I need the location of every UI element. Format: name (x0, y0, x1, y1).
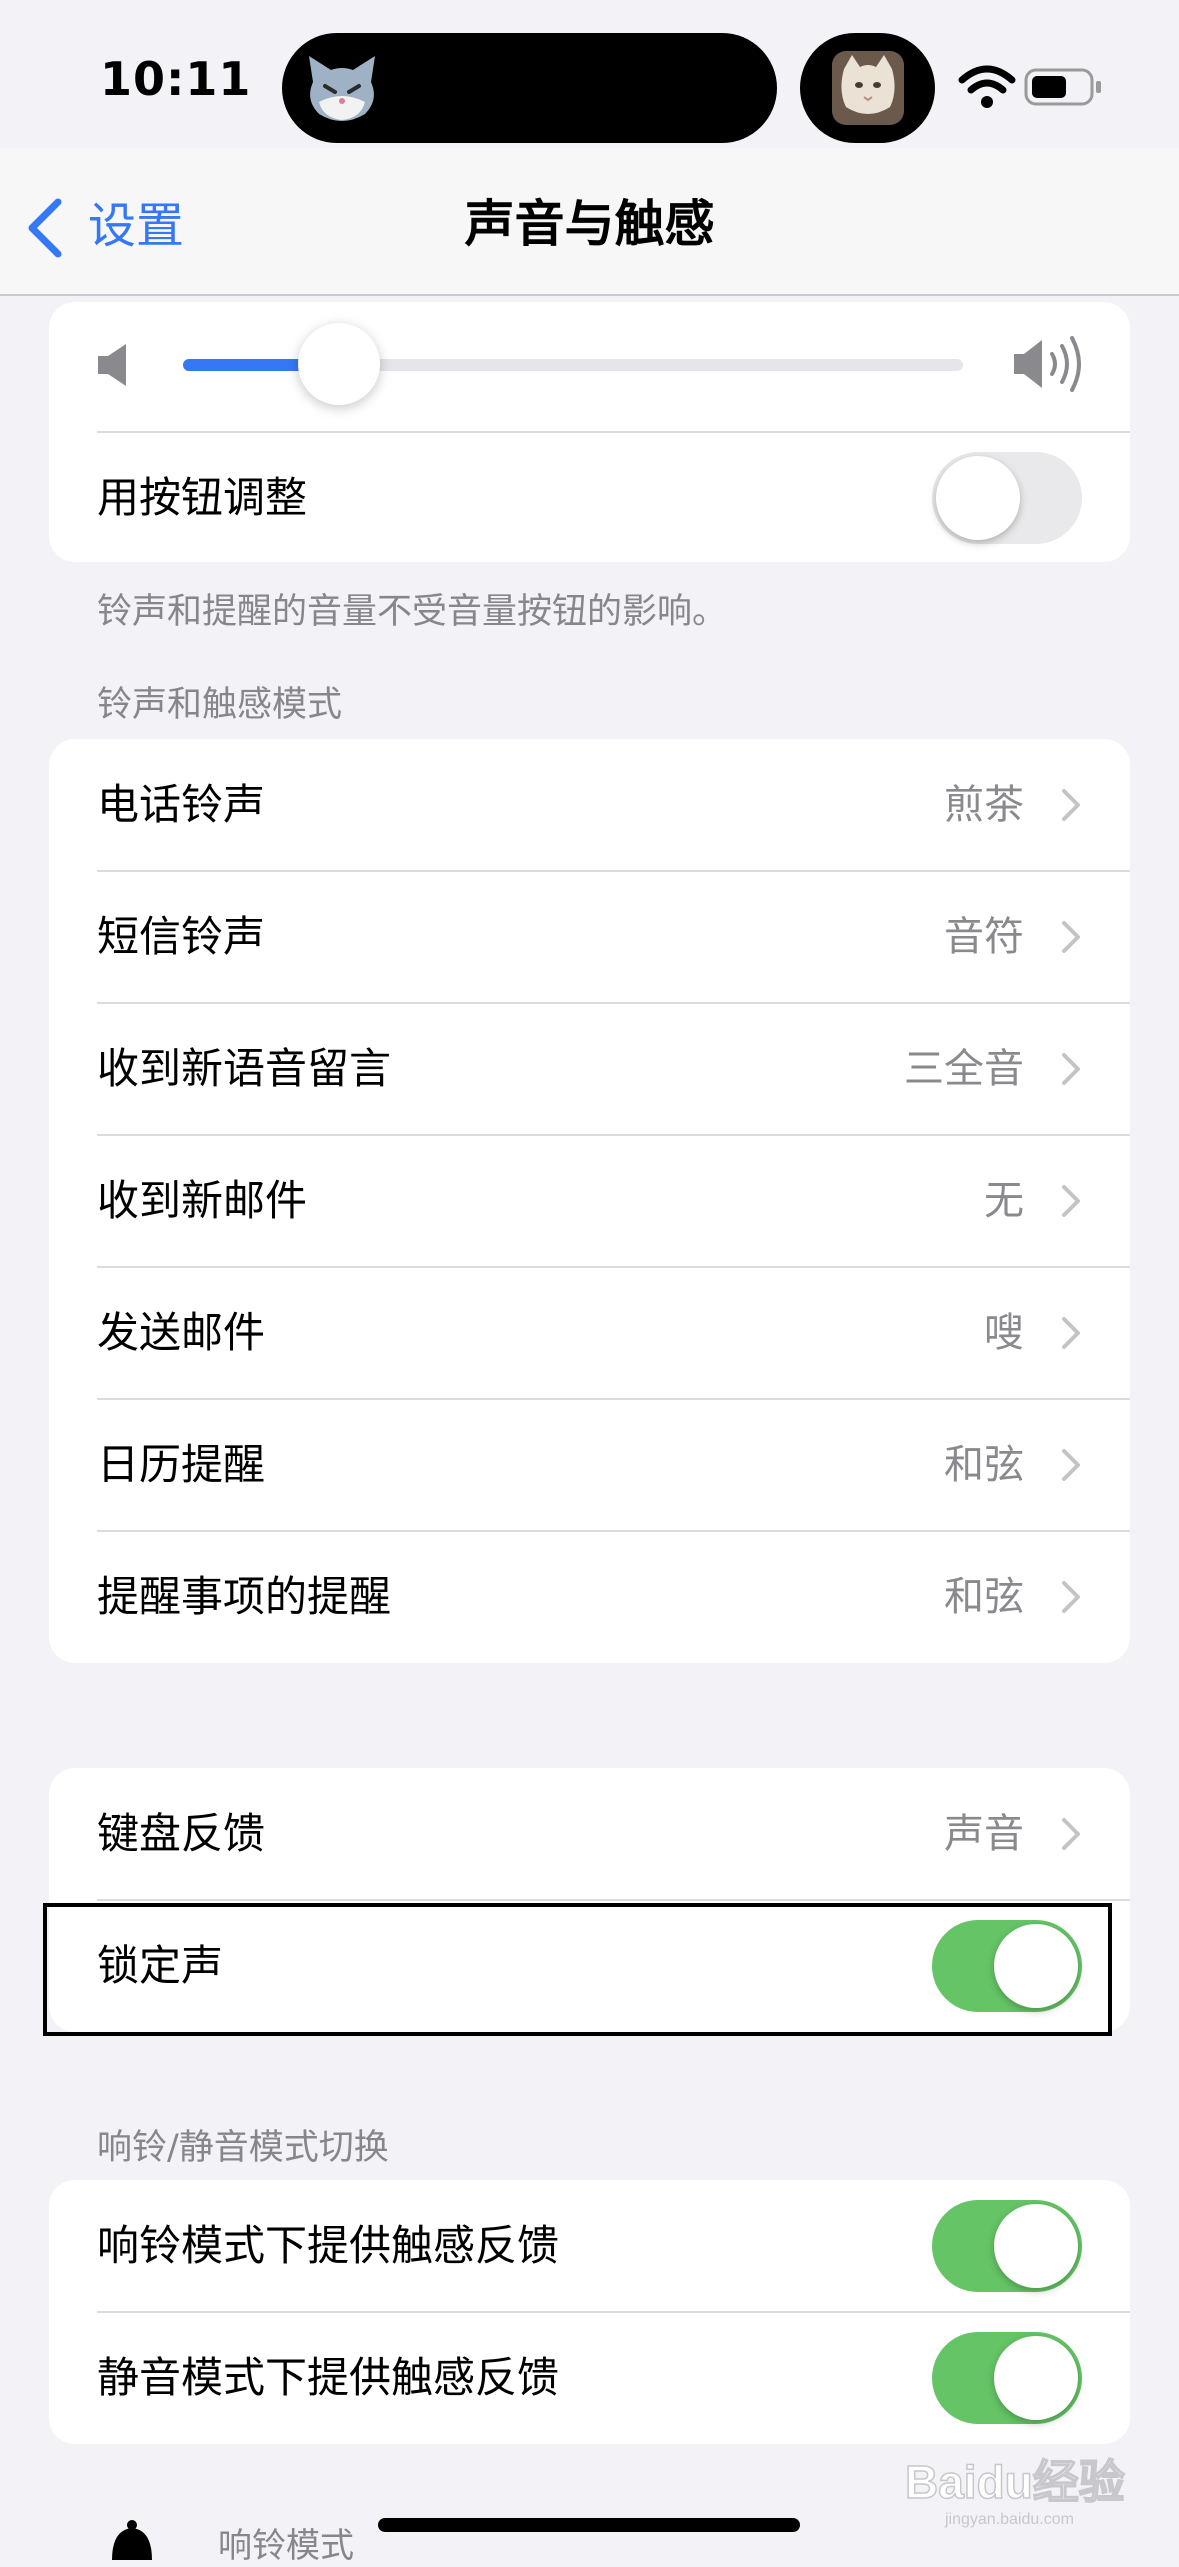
row-label: 静音模式下提供触感反馈 (97, 2353, 560, 2402)
ringtone-row-new-mail[interactable]: 收到新邮件 无 (49, 1135, 1130, 1267)
baidu-watermark: Baidu经验 jingyan.baidu.com (904, 2440, 1145, 2530)
watermark-text: Baidu经验 (905, 2456, 1125, 2508)
ringtone-row-voicemail[interactable]: 收到新语音留言 三全音 (49, 1003, 1130, 1135)
volume-slider-thumb[interactable] (298, 323, 380, 405)
row-value: 音符 (944, 914, 1024, 960)
wifi-icon (958, 64, 1016, 110)
page-title: 声音与触感 (464, 195, 715, 253)
row-value: 煎茶 (944, 782, 1024, 828)
chevron-right-icon (1062, 789, 1080, 821)
battery-icon (1024, 66, 1104, 108)
row-label: 键盘反馈 (97, 1809, 266, 1858)
silent-haptics-row: 静音模式下提供触感反馈 (49, 2312, 1130, 2444)
chevron-right-icon (1062, 1053, 1080, 1085)
row-value: 嗖 (984, 1310, 1024, 1356)
volume-card: 用按钮调整 (49, 302, 1130, 562)
silent-haptics-toggle[interactable] (932, 2332, 1082, 2424)
chevron-right-icon (1062, 1317, 1080, 1349)
haptics-section-header: 响铃/静音模式切换 (97, 2128, 389, 2168)
row-label: 响铃模式下提供触感反馈 (97, 2221, 560, 2270)
ringtone-card: 电话铃声 煎茶 短信铃声 音符 收到新语音留言 三全音 收到新邮件 无 发送邮件… (49, 739, 1130, 1663)
row-value: 和弦 (944, 1442, 1024, 1488)
ring-haptics-toggle[interactable] (932, 2200, 1082, 2292)
row-label: 短信铃声 (97, 912, 266, 961)
ring-mode-label: 响铃模式 (218, 2526, 354, 2566)
cat-photo-icon (832, 51, 904, 125)
row-label: 日历提醒 (97, 1440, 266, 1489)
chevron-right-icon (1062, 1818, 1080, 1850)
ringtone-row-sent-mail[interactable]: 发送邮件 嗖 (49, 1267, 1130, 1399)
bell-icon (100, 2520, 164, 2560)
ring-haptics-row: 响铃模式下提供触感反馈 (49, 2180, 1130, 2312)
speaker-high-icon (1012, 334, 1086, 394)
row-value: 无 (984, 1178, 1024, 1224)
row-label: 收到新邮件 (97, 1176, 308, 1225)
ringtone-row-reminders[interactable]: 提醒事项的提醒 和弦 (49, 1531, 1130, 1663)
chevron-right-icon (1062, 1449, 1080, 1481)
volume-footer-note: 铃声和提醒的音量不受音量按钮的影响。 (97, 592, 728, 632)
button-adjust-row: 用按钮调整 (49, 432, 1130, 562)
speaker-low-icon (96, 342, 132, 388)
chevron-right-icon (1062, 1185, 1080, 1217)
home-indicator[interactable] (378, 2518, 800, 2532)
row-value: 声音 (944, 1811, 1024, 1857)
row-label: 提醒事项的提醒 (97, 1572, 392, 1621)
status-time: 10:11 (100, 52, 252, 106)
watermark-subtext: jingyan.baidu.com (944, 2511, 1074, 2528)
ringtone-row-sms[interactable]: 短信铃声 音符 (49, 871, 1130, 1003)
row-label: 发送邮件 (97, 1308, 266, 1357)
row-value: 和弦 (944, 1574, 1024, 1620)
row-label: 电话铃声 (97, 780, 266, 829)
keyboard-feedback-row[interactable]: 键盘反馈 声音 (49, 1768, 1130, 1900)
ringtone-section-header: 铃声和触感模式 (97, 685, 343, 725)
cat-face-icon (305, 52, 379, 124)
chevron-right-icon (1062, 921, 1080, 953)
row-value: 三全音 (904, 1046, 1024, 1092)
ringtone-row-phone[interactable]: 电话铃声 煎茶 (49, 739, 1130, 871)
row-label: 收到新语音留言 (97, 1044, 392, 1093)
button-adjust-toggle[interactable] (932, 452, 1082, 544)
chevron-right-icon (1062, 1581, 1080, 1613)
button-adjust-label: 用按钮调整 (97, 473, 308, 522)
haptics-card: 响铃模式下提供触感反馈 静音模式下提供触感反馈 (49, 2180, 1130, 2444)
ringtone-row-calendar[interactable]: 日历提醒 和弦 (49, 1399, 1130, 1531)
highlight-box (43, 1903, 1112, 2036)
